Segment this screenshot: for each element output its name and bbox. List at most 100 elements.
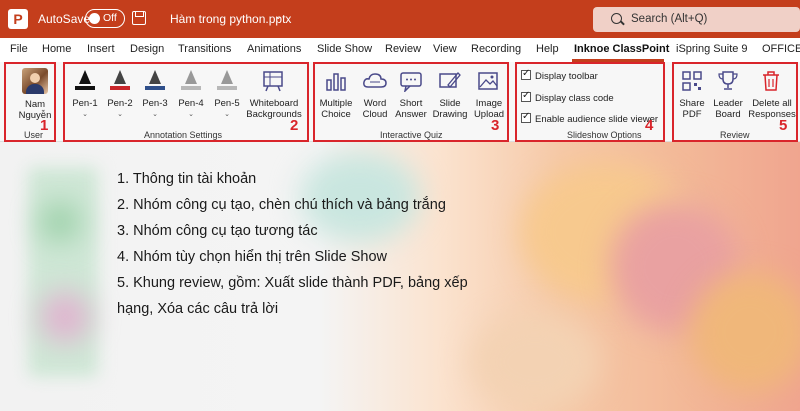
save-icon[interactable] — [132, 11, 146, 25]
leader-board-button[interactable]: Leader Board — [709, 98, 747, 120]
slide-drawing-icon[interactable] — [438, 70, 462, 92]
word-cloud-button[interactable]: Word Cloud — [357, 98, 393, 120]
pen-2-tip — [114, 70, 126, 84]
pen-1-button[interactable]: Pen-1 ⌄ — [66, 98, 104, 120]
chevron-down-icon: ⌄ — [188, 111, 194, 118]
group-number-3: 3 — [491, 117, 500, 134]
pen-5-tip — [221, 70, 233, 84]
pen-4-button[interactable]: Pen-4 ⌄ — [172, 98, 210, 120]
tab-design[interactable]: Design — [130, 43, 164, 55]
multiple-choice-label-1: Multiple — [319, 98, 353, 109]
display-class-code-label: Display class code — [535, 93, 614, 104]
tab-ispring-suite[interactable]: iSpring Suite 9 — [676, 43, 748, 55]
menu-bar: File Home Insert Design Transitions Anim… — [0, 38, 800, 62]
list-item: 2. Nhóm công cụ tạo, chèn chú thích và b… — [117, 197, 446, 213]
toggle-knob — [89, 12, 100, 24]
leader-board-label-2: Board — [715, 109, 741, 120]
list-item: 3. Nhóm công cụ tạo tương tác — [117, 223, 318, 239]
tab-transitions[interactable]: Transitions — [178, 43, 231, 55]
display-toolbar-checkbox[interactable] — [521, 68, 531, 80]
enable-audience-viewer-checkbox[interactable] — [521, 111, 531, 123]
list-item: 4. Nhóm tùy chọn hiển thị trên Slide Sho… — [117, 249, 388, 265]
pen-3-color-bar — [145, 86, 165, 90]
pen-5-icon[interactable] — [216, 70, 238, 94]
background-decoration — [470, 312, 600, 411]
image-upload-button[interactable]: Image Upload — [470, 98, 508, 120]
tab-help[interactable]: Help — [536, 43, 559, 55]
pen-5-button[interactable]: Pen-5 ⌄ — [208, 98, 246, 120]
pen-5-label: Pen-5 — [214, 98, 240, 109]
short-answer-label-2: Answer — [395, 109, 427, 120]
short-answer-label-1: Short — [399, 98, 423, 109]
review-group-label: Review — [720, 130, 750, 140]
user-last-name: Nguyễn — [18, 110, 52, 121]
autosave-label: AutoSave — [38, 12, 91, 26]
pen-3-button[interactable]: Pen-3 ⌄ — [136, 98, 174, 120]
pen-1-tip — [79, 70, 91, 84]
tab-inknoe-classpoint[interactable]: Inknoe ClassPoint — [574, 43, 669, 55]
display-class-code-option[interactable]: Display class code — [521, 90, 614, 104]
word-cloud-icon[interactable] — [362, 70, 388, 92]
search-icon — [611, 13, 622, 24]
chevron-down-icon: ⌄ — [82, 111, 88, 118]
tab-office[interactable]: OFFICE I — [762, 43, 800, 55]
delete-all-label-1: Delete all — [752, 98, 792, 109]
pen-2-button[interactable]: Pen-2 ⌄ — [101, 98, 139, 120]
tab-recording[interactable]: Recording — [471, 43, 521, 55]
pen-4-tip — [185, 70, 197, 84]
short-answer-icon[interactable] — [399, 70, 423, 92]
whiteboard-icon[interactable] — [262, 70, 284, 92]
powerpoint-logo-icon: P — [8, 9, 28, 29]
trash-icon[interactable] — [760, 70, 782, 92]
avatar[interactable] — [22, 68, 48, 94]
short-answer-button[interactable]: Short Answer — [393, 98, 429, 120]
display-class-code-checkbox[interactable] — [521, 90, 531, 102]
enable-audience-viewer-option[interactable]: Enable audience slide viewer — [521, 111, 658, 125]
delete-all-responses-button[interactable]: Delete all Responses — [746, 98, 798, 120]
user-account-button[interactable]: Nam Nguyễn — [10, 99, 60, 121]
leader-board-label-1: Leader — [713, 98, 743, 109]
pen-1-label: Pen-1 — [72, 98, 98, 109]
chevron-down-icon: ⌄ — [117, 111, 123, 118]
tab-slide-show[interactable]: Slide Show — [317, 43, 372, 55]
multiple-choice-icon[interactable] — [325, 70, 347, 92]
pen-3-tip — [149, 70, 161, 84]
qr-code-icon[interactable] — [681, 70, 703, 92]
trophy-icon[interactable] — [717, 70, 739, 92]
image-upload-icon[interactable] — [477, 70, 499, 92]
slideshow-group-label: Slideshow Options — [567, 130, 642, 140]
pen-4-color-bar — [181, 86, 201, 90]
slide-drawing-button[interactable]: Slide Drawing — [430, 98, 470, 120]
group-number-4: 4 — [645, 117, 654, 134]
image-upload-label-1: Image — [475, 98, 503, 109]
share-pdf-button[interactable]: Share PDF — [675, 98, 709, 120]
chevron-down-icon: ⌄ — [152, 111, 158, 118]
user-first-name: Nam — [24, 99, 46, 110]
slide-drawing-label-1: Slide — [439, 98, 461, 109]
pen-3-label: Pen-3 — [142, 98, 168, 109]
tab-file[interactable]: File — [10, 43, 28, 55]
group-number-2: 2 — [290, 117, 299, 134]
search-input[interactable]: Search (Alt+Q) — [593, 7, 800, 32]
list-item: 1. Thông tin tài khoản — [117, 171, 257, 187]
autosave-toggle[interactable]: Off — [85, 9, 125, 28]
multiple-choice-button[interactable]: Multiple Choice — [315, 98, 357, 120]
display-toolbar-label: Display toolbar — [535, 71, 598, 82]
tab-review[interactable]: Review — [385, 43, 421, 55]
display-toolbar-option[interactable]: Display toolbar — [521, 68, 598, 82]
word-cloud-label-2: Cloud — [362, 109, 388, 120]
word-cloud-label-1: Word — [363, 98, 387, 109]
tab-home[interactable]: Home — [42, 43, 71, 55]
multiple-choice-label-2: Choice — [321, 109, 351, 120]
list-item: 5. Khung review, gồm: Xuất slide thành P… — [117, 275, 468, 291]
pen-4-icon[interactable] — [180, 70, 202, 94]
tab-animations[interactable]: Animations — [247, 43, 301, 55]
tab-view[interactable]: View — [433, 43, 457, 55]
chevron-down-icon[interactable]: ⌄ — [274, 11, 282, 22]
tab-insert[interactable]: Insert — [87, 43, 115, 55]
slide-thumbnail-blur — [40, 292, 90, 342]
image-upload-label-2: Upload — [473, 109, 505, 120]
pen-1-icon[interactable] — [74, 70, 96, 94]
pen-3-icon[interactable] — [144, 70, 166, 94]
pen-2-icon[interactable] — [109, 70, 131, 94]
